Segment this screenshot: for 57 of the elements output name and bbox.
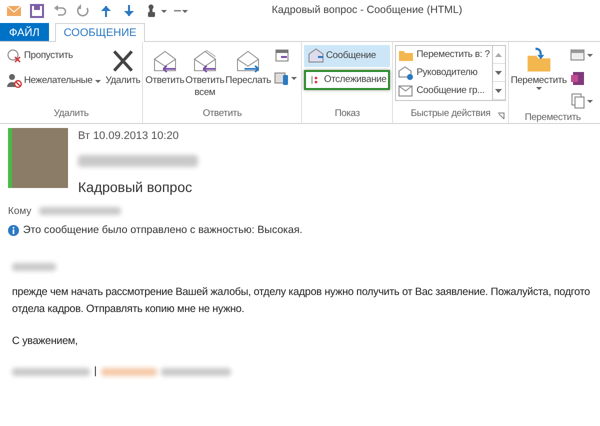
scroll-up-icon xyxy=(495,52,502,57)
ribbon-button[interactable]: Отслеживание xyxy=(304,70,390,90)
notebook-icon xyxy=(570,70,586,86)
redo-icon xyxy=(75,3,91,19)
blurred-signature-phone xyxy=(160,368,231,376)
group-label: Быстрые действия xyxy=(410,108,490,119)
blurred-signature-company xyxy=(100,368,157,376)
ignore-icon xyxy=(6,48,22,64)
ribbon-button[interactable]: Сообщение xyxy=(304,45,390,67)
caret-icon xyxy=(182,10,188,12)
ribbon-button[interactable]: Переместить xyxy=(510,45,567,92)
signature-separator: | xyxy=(94,364,97,380)
ribbon-button[interactable]: Ответить всем xyxy=(185,45,224,101)
ribbon-button[interactable]: Ответить xyxy=(145,45,184,89)
message-date: Вт 10.09.2013 10:20 xyxy=(78,129,180,144)
dialog-launcher[interactable] xyxy=(496,112,505,120)
group-label: Ответить xyxy=(202,108,242,119)
quick-access-button[interactable] xyxy=(29,3,45,19)
quick-step-item[interactable]: Руководителю xyxy=(396,64,492,82)
file-tab[interactable]: ФАЙЛ xyxy=(0,23,49,41)
body-text: отдела кадров. Отправлять копию мне не нужно. xyxy=(12,302,246,318)
to-label: Кому xyxy=(8,204,32,218)
ribbon-button[interactable]: Пропустить xyxy=(2,45,104,67)
photo-placeholder xyxy=(8,128,68,188)
ribbon-button[interactable]: Нежелательные xyxy=(2,70,104,92)
importance-notice: Это сообщение было отправлено с важностью: Высокая. xyxy=(23,222,302,238)
calendar-icon xyxy=(274,47,290,63)
caret-icon xyxy=(536,87,542,90)
caret-icon xyxy=(586,100,593,102)
quick-access-button[interactable] xyxy=(75,3,91,19)
junk-icon xyxy=(6,73,22,89)
caret-icon xyxy=(291,76,297,80)
caret-icon xyxy=(586,54,593,56)
undo-icon xyxy=(52,3,68,19)
caret-icon xyxy=(94,80,100,82)
flag-icon xyxy=(311,75,319,86)
quick-step-item[interactable]: Переместить в: ? xyxy=(396,46,492,64)
document-icon xyxy=(570,93,586,109)
ribbon-button[interactable]: Переслать xyxy=(225,45,271,89)
ribbon-button[interactable]: Удалить xyxy=(106,45,140,89)
scroll-down-icon xyxy=(495,70,502,75)
blurred-greeting xyxy=(12,263,56,272)
save-icon xyxy=(29,3,45,19)
ribbon-tab[interactable]: СООБЩЕНИЕ xyxy=(54,23,146,42)
group-label: Переместить xyxy=(524,112,581,123)
message-subject: Кадровый вопрос xyxy=(78,178,194,197)
quick-step-item[interactable]: Сообщение гр... xyxy=(396,82,492,100)
info-icon xyxy=(8,224,19,236)
more-icon xyxy=(495,88,502,93)
launcher-icon xyxy=(496,112,505,120)
body-text: прежде чем начать рассмотрение Вашей жалобы, отделу кадров нужно получить от Вас заявление. Пожалуйста, подгото xyxy=(12,285,591,300)
quick-access-button[interactable] xyxy=(52,3,68,19)
caret-icon xyxy=(161,10,167,12)
closing-text: С уважением, xyxy=(12,334,79,350)
group-label: Показ xyxy=(334,108,360,119)
group-label: Удалить xyxy=(54,108,89,119)
window-title: Кадровый вопрос - Сообщение (HTML) xyxy=(270,3,464,18)
